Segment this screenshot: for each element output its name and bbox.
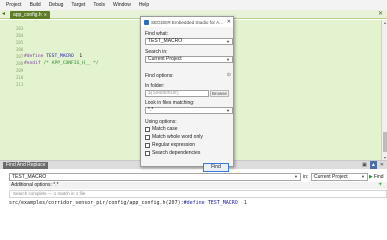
browse-button[interactable]: Browse	[210, 90, 229, 97]
dialog-body: Find what: TEST_MACRO ▼ Search in: Curre…	[141, 27, 233, 166]
menu-bar: Project Build Debug Target Tools Window …	[0, 0, 387, 10]
search-dependencies-checkbox[interactable]: Search dependencies	[145, 150, 200, 156]
find-text-value: TEST_MACRO	[12, 174, 47, 180]
scope-select[interactable]: Current Project ▼	[311, 173, 368, 181]
line-number: 209	[16, 68, 24, 73]
find-in-files-dialog: SEGGER Embedded Studio for A... ✕ Find w…	[140, 16, 234, 172]
code-token: #define	[24, 54, 47, 59]
menu-tools[interactable]: Tools	[89, 0, 109, 10]
in-folder-input[interactable]: $(SolutionDir)	[145, 90, 209, 97]
match-whole-word-label: Match whole word only	[152, 134, 203, 140]
search-in-label: Search in:	[145, 49, 168, 55]
panel-find-label: Find	[373, 174, 384, 180]
close-icon[interactable]: ✕	[378, 11, 383, 18]
search-in-value: Current Project	[148, 56, 182, 62]
match-case-checkbox[interactable]: Match case	[145, 126, 178, 132]
editor-vertical-scrollbar[interactable]: ▴ ▾	[381, 20, 387, 160]
chevron-down-icon[interactable]: ▼	[226, 108, 230, 113]
regular-expression-label: Regular expression	[152, 142, 196, 148]
line-number: 207	[16, 54, 24, 59]
line-number: 206	[16, 47, 24, 52]
result-path: src/examples/corridor_sensor_pir/config/…	[9, 200, 184, 206]
find-what-input[interactable]: TEST_MACRO ▼	[145, 38, 233, 45]
scope-label: in:	[303, 174, 309, 180]
chevron-down-icon[interactable]: ▼	[226, 39, 230, 44]
search-dependencies-label: Search dependencies	[152, 150, 201, 156]
pin-icon[interactable]: ▣	[362, 161, 367, 169]
additional-options-row[interactable]: Additional options: *.* +	[9, 182, 387, 189]
line-number: 211	[16, 82, 24, 87]
match-whole-word-checkbox[interactable]: Match whole word only	[145, 134, 203, 140]
menu-help[interactable]: Help	[135, 0, 153, 10]
menu-project[interactable]: Project	[2, 0, 26, 10]
line-number: 210	[16, 75, 24, 80]
find-options-label: Find options:	[145, 73, 174, 79]
app-icon	[144, 19, 149, 25]
find-what-value: TEST_MACRO	[148, 38, 183, 44]
checkbox-box[interactable]	[145, 142, 150, 148]
look-in-files-select[interactable]: *.* ▼	[145, 107, 233, 114]
panel-find-button[interactable]: ▶ Find	[369, 173, 387, 181]
tab-list-icon[interactable]: ◂	[2, 11, 5, 18]
scroll-up-icon[interactable]: ▴	[382, 20, 387, 25]
scrollbar-thumb[interactable]	[383, 132, 387, 152]
search-in-select[interactable]: Current Project ▼	[145, 56, 233, 63]
find-what-label: Find what:	[145, 31, 169, 37]
tab-app-config[interactable]: app_config.h ✕	[10, 11, 50, 19]
line-text: #define TEST_MACRO 1	[24, 54, 82, 59]
code-token: TEST_MACRO	[46, 54, 74, 59]
menu-debug[interactable]: Debug	[45, 0, 68, 10]
chevron-down-icon[interactable]: ▼	[361, 174, 365, 180]
add-option-icon[interactable]: +	[378, 182, 382, 189]
look-in-files-label: Look in files matching:	[145, 100, 195, 106]
find-arrow-icon: ▶	[369, 174, 373, 180]
tab-label: app_config.h	[13, 12, 42, 18]
checkbox-box[interactable]	[145, 126, 150, 132]
line-number: 204	[16, 33, 24, 38]
regular-expression-checkbox[interactable]: Regular expression	[145, 142, 195, 148]
in-folder-value: $(SolutionDir)	[148, 90, 179, 96]
look-in-files-value: *.*	[148, 107, 154, 113]
code-token: #endif	[24, 61, 44, 66]
menu-window[interactable]: Window	[109, 0, 135, 10]
search-result-line[interactable]: src/examples/corridor_sensor_pir/config/…	[9, 200, 247, 207]
menu-target[interactable]: Target	[67, 0, 89, 10]
maximize-icon[interactable]: ▲	[369, 161, 377, 169]
collapse-icon[interactable]: ⊙	[227, 72, 231, 78]
code-token: /* APP_CONFIG_H__ */	[43, 61, 99, 66]
scope-value: Current Project	[314, 174, 348, 180]
close-tab-icon[interactable]: ✕	[44, 11, 47, 19]
in-folder-label: In folder:	[145, 83, 165, 89]
find-and-replace-panel: Find And Replace ▣ ▲ ✕ TEST_MACRO ▼ in: …	[0, 160, 387, 224]
close-icon[interactable]: ✕	[227, 19, 231, 25]
checkbox-box[interactable]	[145, 150, 150, 156]
close-icon[interactable]: ✕	[380, 161, 384, 169]
menu-build[interactable]: Build	[26, 0, 45, 10]
dialog-titlebar[interactable]: SEGGER Embedded Studio for A... ✕	[141, 17, 233, 27]
dialog-title: SEGGER Embedded Studio for A...	[151, 19, 224, 25]
chevron-down-icon[interactable]: ▼	[294, 174, 298, 180]
additional-options-text: Additional options: *.*	[11, 182, 59, 188]
find-button[interactable]: Find	[203, 163, 229, 172]
line-number: 203	[16, 26, 24, 31]
match-case-label: Match case	[152, 126, 178, 132]
using-options-label: Using options:	[145, 119, 177, 125]
code-token: 1	[73, 54, 83, 59]
panel-title[interactable]: Find And Replace	[3, 162, 49, 169]
checkbox-box[interactable]	[145, 134, 150, 140]
result-code: #define TEST_MACRO 1	[183, 200, 247, 206]
search-summary: Search complete — 1 match in 1 file	[9, 190, 387, 198]
line-number: 205	[16, 40, 24, 45]
line-number: 208	[16, 61, 24, 66]
chevron-down-icon[interactable]: ▼	[226, 57, 230, 62]
find-text-input[interactable]: TEST_MACRO ▼	[9, 173, 301, 181]
line-text: #endif /* APP_CONFIG_H__ */	[24, 61, 99, 66]
